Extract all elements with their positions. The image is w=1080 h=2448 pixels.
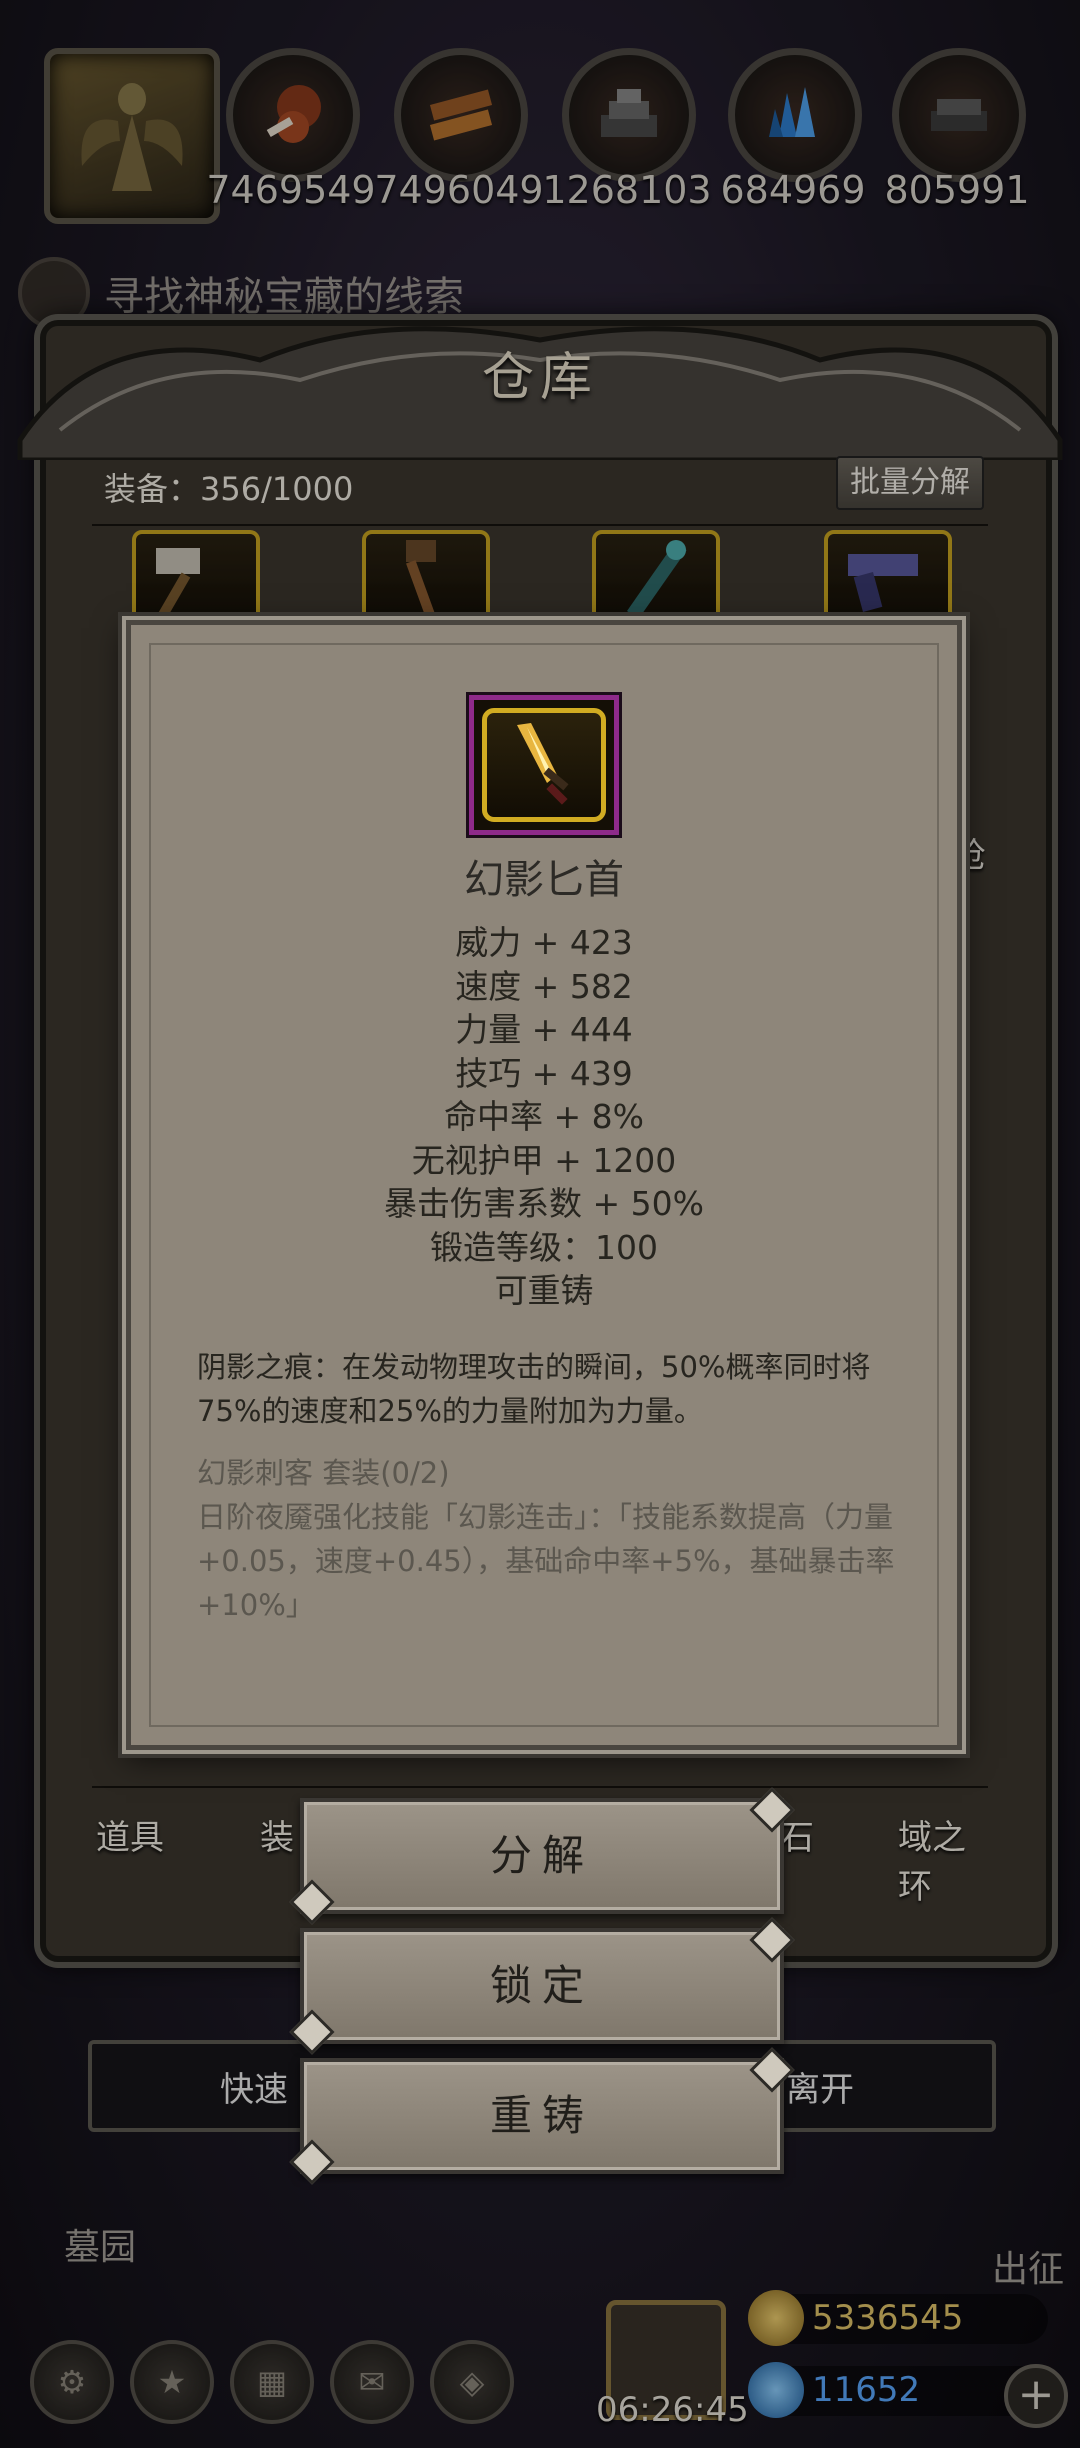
item-icon-frame: [469, 695, 619, 835]
set-title: 幻影刺客 套装(0/2): [197, 1456, 450, 1490]
stat-reforgeable: 可重铸: [494, 1271, 594, 1310]
decompose-label: 分解: [489, 1831, 594, 1880]
lock-button[interactable]: 锁定: [289, 1917, 795, 2055]
stat-armor-pierce: 无视护甲 + 1200: [411, 1140, 677, 1180]
dagger-icon: [482, 708, 606, 822]
stat-accuracy: 命中率 + 8%: [444, 1097, 644, 1136]
item-effect: 阴影之痕：在发动物理攻击的瞬间，50%概率同时将75%的速度和25%的力量附加为…: [197, 1350, 871, 1428]
stat-strength: 力量 + 444: [455, 1010, 633, 1049]
set-bonus: 幻影刺客 套装(0/2) 日阶夜魇强化技能「幻影连击」：「技能系数提高（力量+0…: [197, 1451, 897, 1627]
item-tooltip: 幻影匕首 威力 + 423 速度 + 582 力量 + 444 技巧 + 439…: [126, 620, 962, 1750]
lock-label: 锁定: [489, 1961, 594, 2010]
item-stats: 威力 + 423 速度 + 582 力量 + 444 技巧 + 439 命中率 …: [131, 921, 957, 1313]
stat-skill: 技巧 + 439: [455, 1053, 633, 1093]
stat-crit-damage: 暴击伤害系数 + 50%: [384, 1184, 704, 1223]
stat-speed: 速度 + 582: [455, 966, 633, 1006]
reforge-button[interactable]: 重铸: [289, 2047, 795, 2185]
item-name: 幻影匕首: [464, 857, 624, 903]
set-description: 日阶夜魇强化技能「幻影连击」：「技能系数提高（力量+0.05，速度+0.45），…: [197, 1500, 895, 1622]
stat-power: 威力 + 423: [455, 923, 633, 962]
decompose-button[interactable]: 分解: [289, 1787, 795, 1925]
reforge-label: 重铸: [489, 2091, 594, 2140]
stat-forge-level: 锻造等级：100: [430, 1227, 658, 1267]
